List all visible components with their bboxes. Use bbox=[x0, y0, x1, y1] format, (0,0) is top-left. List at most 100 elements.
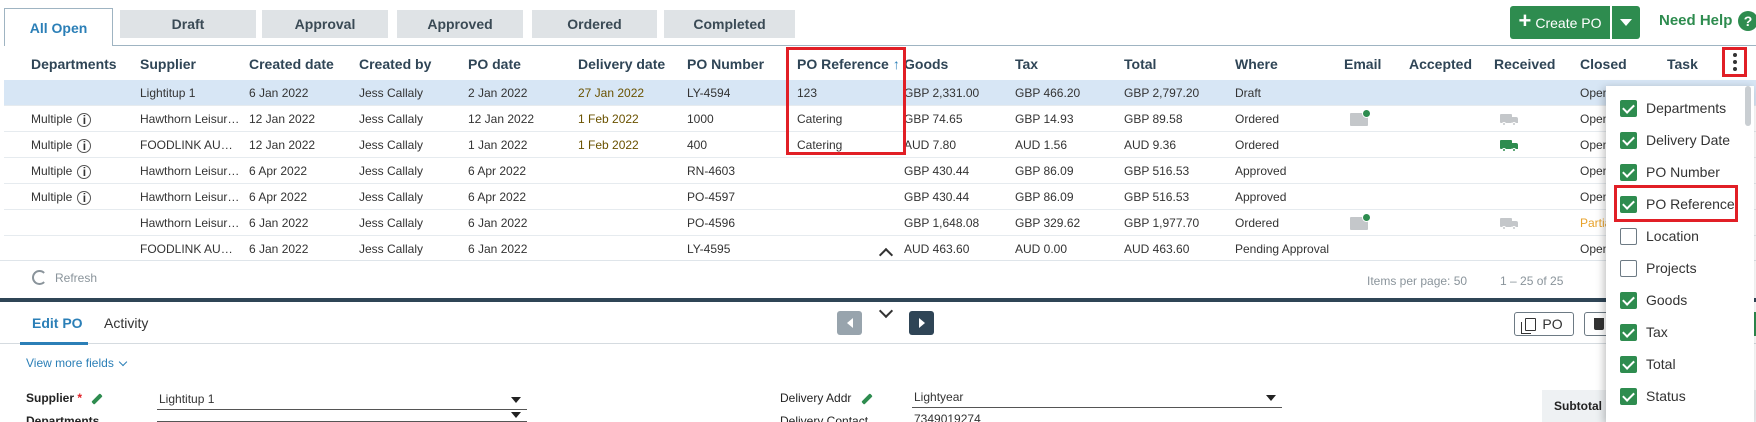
info-icon[interactable]: i bbox=[77, 138, 92, 153]
table-row[interactable]: Multiplei FOODLINK AUSTRALIA 12 Jan 2022 Je… bbox=[4, 132, 1756, 158]
delivery-contact-value[interactable]: 7349019274 bbox=[912, 412, 1282, 422]
tab-completed[interactable]: Completed bbox=[664, 10, 795, 38]
delivery-addr-label: Delivery Addr bbox=[780, 391, 873, 405]
refresh-button[interactable]: Refresh bbox=[32, 270, 97, 285]
column-header-created-by[interactable]: Created by bbox=[359, 56, 431, 72]
column-header-total[interactable]: Total bbox=[1124, 56, 1156, 72]
cell-by: Jess Callaly bbox=[359, 86, 424, 100]
column-header-received[interactable]: Received bbox=[1494, 56, 1555, 72]
tab-draft[interactable]: Draft bbox=[120, 10, 256, 38]
column-option-status[interactable]: Status bbox=[1620, 384, 1686, 408]
previous-po-button[interactable] bbox=[837, 311, 862, 335]
column-option-po-number[interactable]: PO Number bbox=[1620, 160, 1720, 184]
column-chooser-menu: Departments Delivery Date PO Number PO Refe… bbox=[1606, 86, 1754, 422]
column-header-po-reference[interactable]: PO Reference ↑ bbox=[797, 56, 900, 72]
tab-edit-po[interactable]: Edit PO bbox=[32, 315, 83, 331]
truck-icon[interactable] bbox=[1500, 140, 1518, 152]
tab-approved[interactable]: Approved bbox=[397, 10, 523, 38]
caret-down-icon bbox=[511, 412, 521, 418]
tab-approval[interactable]: Approval bbox=[262, 10, 388, 38]
edit-pencil-icon[interactable] bbox=[91, 393, 104, 405]
column-option-departments[interactable]: Departments bbox=[1620, 96, 1726, 120]
column-header-po-number[interactable]: PO Number bbox=[687, 56, 764, 72]
cell-po-number: PO-4597 bbox=[687, 190, 736, 204]
view-more-fields-link[interactable]: View more fields bbox=[26, 356, 128, 370]
email-sent-icon[interactable] bbox=[1350, 213, 1371, 230]
column-header-where[interactable]: Where bbox=[1235, 56, 1278, 72]
tab-activity[interactable]: Activity bbox=[104, 315, 148, 331]
column-menu-button[interactable] bbox=[1722, 47, 1747, 77]
tab-all-open[interactable]: All Open bbox=[4, 8, 113, 46]
cell-goods: GBP 430.44 bbox=[904, 164, 970, 178]
table-row[interactable]: Multiplei Hawthorn Leisure Ltd 6 Apr 2022 J… bbox=[4, 158, 1756, 184]
info-icon[interactable]: i bbox=[77, 190, 92, 205]
cell-by: Jess Callaly bbox=[359, 216, 424, 230]
checkbox-checked-icon[interactable] bbox=[1620, 195, 1637, 213]
column-header-created-date[interactable]: Created date bbox=[249, 56, 334, 72]
column-option-location[interactable]: Location bbox=[1620, 224, 1699, 248]
column-header-goods[interactable]: Goods bbox=[904, 56, 948, 72]
info-icon[interactable]: i bbox=[77, 112, 92, 127]
delivery-contact-label: Delivery Contact bbox=[780, 414, 869, 422]
column-option-total[interactable]: Total bbox=[1620, 352, 1676, 376]
column-header-departments[interactable]: Departments bbox=[31, 56, 117, 72]
checkbox-checked-icon[interactable] bbox=[1620, 387, 1637, 405]
truck-icon[interactable] bbox=[1500, 218, 1518, 230]
column-option-goods[interactable]: Goods bbox=[1620, 288, 1687, 312]
cell-created: 6 Apr 2022 bbox=[249, 164, 308, 178]
next-po-button[interactable] bbox=[909, 311, 934, 335]
column-header-accepted[interactable]: Accepted bbox=[1409, 56, 1472, 72]
checkbox-checked-icon[interactable] bbox=[1620, 163, 1637, 181]
table-row[interactable]: Multiplei Hawthorn Leisure Ltd 6 Apr 2022 J… bbox=[4, 184, 1756, 210]
column-option-tax[interactable]: Tax bbox=[1620, 320, 1668, 344]
cell-po-ref: 123 bbox=[797, 86, 818, 100]
help-icon[interactable]: ? bbox=[1738, 11, 1756, 31]
cell-goods: GBP 430.44 bbox=[904, 190, 970, 204]
create-po-button[interactable]: + Create PO bbox=[1510, 6, 1610, 39]
items-per-page[interactable]: Items per page: 50 bbox=[1367, 274, 1467, 288]
arrow-left-icon bbox=[846, 318, 853, 328]
email-sent-icon[interactable] bbox=[1350, 109, 1371, 126]
cell-by: Jess Callaly bbox=[359, 190, 424, 204]
supplier-select[interactable]: Lightitup 1 bbox=[157, 388, 527, 410]
checkbox-unchecked-icon[interactable] bbox=[1620, 227, 1637, 245]
copy-po-button[interactable]: PO bbox=[1514, 312, 1574, 336]
checkbox-checked-icon[interactable] bbox=[1620, 291, 1637, 309]
column-header-tax[interactable]: Tax bbox=[1015, 56, 1038, 72]
tab-ordered[interactable]: Ordered bbox=[532, 10, 657, 38]
edit-pencil-icon[interactable] bbox=[861, 393, 873, 405]
column-option-projects[interactable]: Projects bbox=[1620, 256, 1697, 280]
menu-scrollbar[interactable] bbox=[1745, 86, 1751, 126]
column-option-delivery-date[interactable]: Delivery Date bbox=[1620, 128, 1730, 152]
column-header-task[interactable]: Task bbox=[1667, 56, 1698, 72]
table-row[interactable]: Hawthorn Leisure Ltd 6 Jan 2022 Jess Calla… bbox=[4, 210, 1756, 236]
departments-select[interactable] bbox=[157, 410, 527, 422]
cell-total: GBP 516.53 bbox=[1124, 164, 1190, 178]
checkbox-checked-icon[interactable] bbox=[1620, 323, 1637, 341]
checkbox-checked-icon[interactable] bbox=[1620, 131, 1637, 149]
delivery-addr-select[interactable]: Lightyear bbox=[912, 386, 1282, 408]
table-row[interactable]: Multiplei Hawthorn Leisure Ltd 12 Jan 2022… bbox=[4, 106, 1756, 132]
checkbox-checked-icon[interactable] bbox=[1620, 99, 1637, 117]
create-po-dropdown[interactable] bbox=[1612, 6, 1640, 39]
checkbox-unchecked-icon[interactable] bbox=[1620, 259, 1637, 277]
create-po-label: Create PO bbox=[1535, 14, 1602, 31]
column-header-supplier[interactable]: Supplier bbox=[140, 56, 196, 72]
cell-closed: Open bbox=[1580, 190, 1610, 204]
grid-footer: Refresh Items per page: 50 1 – 25 of 25 bbox=[0, 260, 1756, 298]
info-icon[interactable]: i bbox=[77, 164, 92, 179]
need-help-link[interactable]: Need Help bbox=[1659, 12, 1732, 29]
column-option-label: Location bbox=[1646, 228, 1699, 244]
truck-icon[interactable] bbox=[1500, 114, 1518, 126]
column-option-po-reference[interactable]: PO Reference bbox=[1620, 192, 1735, 216]
column-header-email[interactable]: Email bbox=[1344, 56, 1381, 72]
cell-created: 6 Jan 2022 bbox=[249, 242, 309, 256]
caret-down-icon bbox=[511, 397, 521, 403]
table-row[interactable]: Lightitup 1 6 Jan 2022 Jess Callaly 2 Jan 2… bbox=[4, 80, 1756, 106]
column-header-closed[interactable]: Closed bbox=[1580, 56, 1627, 72]
checkbox-checked-icon[interactable] bbox=[1620, 355, 1637, 373]
copy-icon bbox=[1521, 317, 1537, 334]
column-header-po-date[interactable]: PO date bbox=[468, 56, 521, 72]
column-header-delivery-date[interactable]: Delivery date bbox=[578, 56, 665, 72]
cell-dept: Multiple i bbox=[31, 164, 92, 179]
